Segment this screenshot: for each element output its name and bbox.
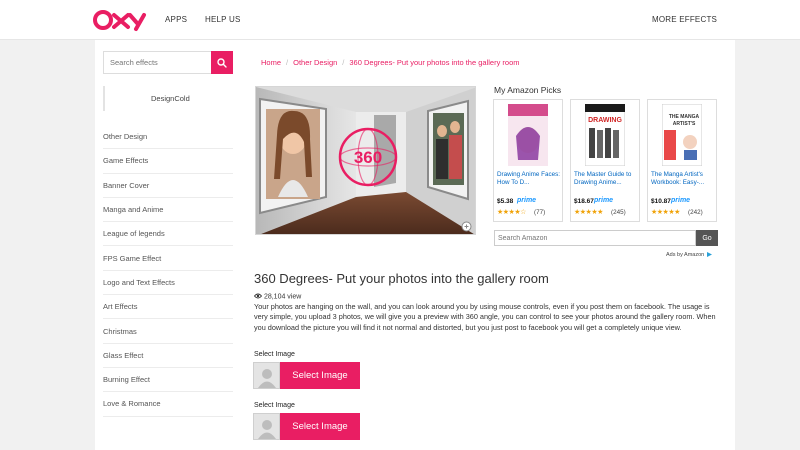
category-game-effects[interactable]: Game Effects bbox=[103, 149, 233, 174]
effect-description: Your photos are hanging on the wall, and… bbox=[254, 302, 716, 332]
nav-more-effects[interactable]: MORE EFFECTS bbox=[652, 15, 717, 24]
svg-text:THE MANGA: THE MANGA bbox=[669, 114, 700, 120]
amazon-search-input[interactable] bbox=[494, 230, 696, 246]
effects-search-input[interactable] bbox=[103, 51, 211, 74]
book-title[interactable]: The Manga Artist's Workbook: Easy-... bbox=[651, 171, 715, 187]
book-cover-image: DRAWING bbox=[585, 104, 625, 166]
book-review-count[interactable]: (242) bbox=[688, 209, 703, 216]
zoom-in-icon[interactable] bbox=[461, 221, 472, 232]
book-price: $18.67 bbox=[574, 198, 594, 205]
book-rating-stars: ★★★★★ bbox=[574, 209, 603, 216]
category-christmas[interactable]: Christmas bbox=[103, 319, 233, 344]
amazon-book-card[interactable]: THE MANGA ARTIST'S The Manga Artist's Wo… bbox=[647, 99, 717, 222]
username[interactable]: DesignCold bbox=[151, 94, 190, 103]
search-icon bbox=[217, 57, 227, 68]
amazon-book-card[interactable]: Drawing Anime Faces: How To D... $5.38 p… bbox=[493, 99, 563, 222]
book-title[interactable]: The Master Guide to Drawing Anime... bbox=[574, 171, 638, 187]
user-box: DesignCold bbox=[103, 86, 233, 111]
category-love-romance[interactable]: Love & Romance bbox=[103, 392, 233, 417]
category-logo-and-text-effects[interactable]: Logo and Text Effects bbox=[103, 271, 233, 296]
top-navbar: APPS HELP US MORE EFFECTS bbox=[0, 0, 800, 40]
amazon-book-card[interactable]: DRAWING The Master Guide to Drawing Anim… bbox=[570, 99, 640, 222]
nav-help-us[interactable]: HELP US bbox=[205, 15, 241, 24]
book-rating-stars: ★★★★★ bbox=[651, 209, 680, 216]
user-silhouette-icon bbox=[257, 369, 276, 388]
amazon-picks-title: My Amazon Picks bbox=[494, 85, 562, 95]
image-placeholder-thumb bbox=[253, 413, 280, 440]
select-image-button-2[interactable]: Select Image bbox=[253, 413, 360, 440]
category-other-design[interactable]: Other Design bbox=[103, 125, 233, 150]
prime-badge: prime bbox=[671, 197, 691, 204]
breadcrumb: Home / Other Design / 360 Degrees- Put your … bbox=[261, 58, 520, 67]
oxy-logo[interactable] bbox=[92, 8, 148, 32]
user-silhouette-icon bbox=[257, 420, 276, 439]
nav-apps[interactable]: APPS bbox=[165, 15, 187, 24]
book-cover-image: THE MANGA ARTIST'S bbox=[662, 104, 702, 166]
breadcrumb-separator: / bbox=[342, 58, 345, 67]
gallery-room-illustration: 360 bbox=[256, 87, 475, 234]
prime-badge: prime bbox=[517, 197, 537, 204]
category-fps-game-effect[interactable]: FPS Game Effect bbox=[103, 246, 233, 271]
select-image-button-label[interactable]: Select Image bbox=[280, 413, 360, 440]
view-count: 28,104 view bbox=[253, 293, 302, 301]
category-art-effects[interactable]: Art Effects bbox=[103, 295, 233, 320]
breadcrumb-category[interactable]: Other Design bbox=[293, 58, 337, 67]
image-placeholder-thumb bbox=[253, 362, 280, 389]
category-banner-cover[interactable]: Banner Cover bbox=[103, 174, 233, 198]
effect-preview-image[interactable]: 360 bbox=[255, 86, 476, 235]
svg-text:DRAWING: DRAWING bbox=[588, 117, 622, 124]
book-review-count[interactable]: (77) bbox=[534, 209, 545, 216]
breadcrumb-separator: / bbox=[286, 58, 289, 67]
category-glass-effect[interactable]: Glass Effect bbox=[103, 344, 233, 368]
category-manga-and-anime[interactable]: Manga and Anime bbox=[103, 198, 233, 223]
ads-by-amazon-label: Ads by Amazon bbox=[666, 251, 705, 258]
book-rating-stars: ★★★★☆ bbox=[497, 209, 526, 216]
category-list: Other Design Game Effects Banner Cover M… bbox=[103, 125, 233, 417]
book-price: $5.38 bbox=[497, 198, 514, 205]
book-price: $10.87 bbox=[651, 198, 671, 205]
select-image-button-1[interactable]: Select Image bbox=[253, 362, 360, 389]
book-title[interactable]: Drawing Anime Faces: How To D... bbox=[497, 171, 561, 187]
select-image-button-label[interactable]: Select Image bbox=[280, 362, 360, 389]
select-image-label: Select Image bbox=[254, 351, 295, 358]
page-title: 360 Degrees- Put your photos into the ga… bbox=[254, 271, 549, 286]
effects-search-button[interactable] bbox=[211, 51, 233, 74]
eye-icon bbox=[253, 293, 263, 299]
category-burning-effect[interactable]: Burning Effect bbox=[103, 368, 233, 393]
amazon-go-button[interactable]: Go bbox=[696, 230, 718, 246]
svg-text:ARTIST'S: ARTIST'S bbox=[673, 121, 696, 127]
breadcrumb-current[interactable]: 360 Degrees- Put your photos into the ga… bbox=[349, 58, 519, 67]
view-count-text: 28,104 view bbox=[263, 293, 302, 301]
breadcrumb-home[interactable]: Home bbox=[261, 58, 281, 67]
book-review-count[interactable]: (245) bbox=[611, 209, 626, 216]
book-cover-image bbox=[508, 104, 548, 166]
360-badge-text: 360 bbox=[354, 148, 382, 167]
prime-badge: prime bbox=[594, 197, 614, 204]
effects-search bbox=[103, 51, 233, 74]
category-league-of-legends[interactable]: League of legends bbox=[103, 222, 233, 247]
ads-by-amazon[interactable]: Ads by Amazon bbox=[666, 251, 713, 258]
select-image-label: Select Image bbox=[254, 402, 295, 409]
adchoices-icon bbox=[706, 252, 712, 257]
